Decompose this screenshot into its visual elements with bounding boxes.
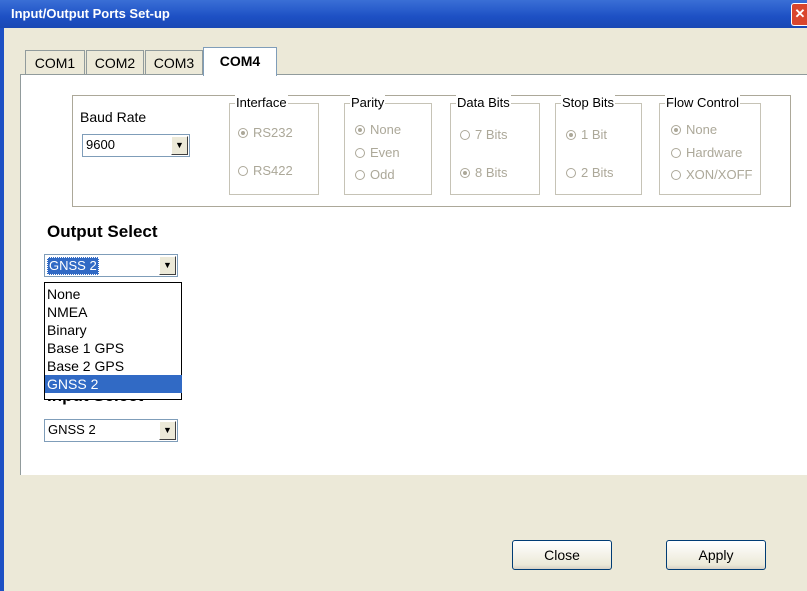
data-bits-7-radio[interactable]: 7 Bits bbox=[460, 127, 508, 142]
output-select-combobox[interactable]: GNSS 2 ▼ bbox=[44, 254, 178, 277]
chevron-down-icon[interactable]: ▼ bbox=[159, 421, 176, 440]
flow-none-radio[interactable]: None bbox=[671, 122, 717, 137]
input-select-value: GNSS 2 bbox=[48, 422, 96, 437]
stop-bits-group: Stop Bits bbox=[555, 95, 642, 195]
radio-icon bbox=[355, 170, 365, 180]
tab-com4[interactable]: COM4 bbox=[203, 47, 277, 76]
radio-icon bbox=[355, 125, 365, 135]
interface-label: Interface bbox=[235, 95, 288, 110]
tab-com2[interactable]: COM2 bbox=[86, 50, 144, 75]
dropdown-option-gnss2[interactable]: GNSS 2 bbox=[45, 375, 182, 393]
title-bar[interactable]: Input/Output Ports Set-up ✕ bbox=[0, 0, 807, 28]
tab-com3[interactable]: COM3 bbox=[145, 50, 203, 75]
baud-rate-label: Baud Rate bbox=[80, 109, 147, 125]
flow-hardware-label: Hardware bbox=[686, 145, 743, 160]
data-bits-8-label: 8 Bits bbox=[475, 165, 508, 180]
radio-icon bbox=[355, 148, 365, 158]
apply-button[interactable]: Apply bbox=[666, 540, 766, 570]
radio-icon bbox=[238, 166, 248, 176]
close-window-icon[interactable]: ✕ bbox=[791, 3, 807, 26]
dropdown-option-base1-gps[interactable]: Base 1 GPS bbox=[45, 339, 182, 357]
radio-icon bbox=[460, 130, 470, 140]
interface-rs232-label: RS232 bbox=[253, 125, 293, 140]
interface-group: Interface bbox=[229, 95, 319, 195]
baud-rate-select[interactable]: 9600 ▼ bbox=[82, 134, 190, 157]
flow-control-label: Flow Control bbox=[665, 95, 740, 110]
stop-bits-1-label: 1 Bit bbox=[581, 127, 608, 142]
output-select-dropdown-list[interactable]: None NMEA Binary Base 1 GPS Base 2 GPS G… bbox=[44, 282, 182, 400]
input-select-combobox[interactable]: GNSS 2 ▼ bbox=[44, 419, 178, 442]
parity-none-radio[interactable]: None bbox=[355, 122, 401, 137]
output-select-heading: Output Select bbox=[47, 222, 158, 241]
dialog-window: Input/Output Ports Set-up ✕ COM1 COM2 CO… bbox=[0, 0, 807, 591]
radio-icon bbox=[671, 125, 681, 135]
parity-none-label: None bbox=[370, 122, 402, 137]
flow-xonxoff-radio[interactable]: XON/XOFF bbox=[671, 167, 752, 182]
stop-bits-label: Stop Bits bbox=[561, 95, 616, 110]
interface-rs422-radio[interactable]: RS422 bbox=[238, 163, 293, 178]
parity-odd-radio[interactable]: Odd bbox=[355, 167, 395, 182]
window-title: Input/Output Ports Set-up bbox=[11, 6, 170, 21]
radio-icon bbox=[238, 128, 248, 138]
chevron-down-icon[interactable]: ▼ bbox=[171, 136, 188, 155]
interface-rs422-label: RS422 bbox=[253, 163, 293, 178]
parity-even-label: Even bbox=[370, 145, 400, 160]
data-bits-label: Data Bits bbox=[456, 95, 511, 110]
tab-com1[interactable]: COM1 bbox=[25, 50, 85, 75]
flow-xonxoff-label: XON/XOFF bbox=[686, 167, 753, 182]
stop-bits-1-radio[interactable]: 1 Bit bbox=[566, 127, 607, 142]
dropdown-option-none[interactable]: None bbox=[45, 285, 182, 303]
radio-icon bbox=[671, 148, 681, 158]
output-select-value: GNSS 2 bbox=[47, 257, 99, 275]
close-button[interactable]: Close bbox=[512, 540, 612, 570]
radio-icon bbox=[566, 168, 576, 178]
dropdown-option-base2-gps[interactable]: Base 2 GPS bbox=[45, 357, 182, 375]
parity-even-radio[interactable]: Even bbox=[355, 145, 400, 160]
radio-icon bbox=[566, 130, 576, 140]
radio-icon bbox=[460, 168, 470, 178]
stop-bits-2-label: 2 Bits bbox=[581, 165, 614, 180]
flow-none-label: None bbox=[686, 122, 718, 137]
data-bits-group: Data Bits bbox=[450, 95, 540, 195]
data-bits-7-label: 7 Bits bbox=[475, 127, 508, 142]
radio-icon bbox=[671, 170, 681, 180]
dropdown-option-binary[interactable]: Binary bbox=[45, 321, 182, 339]
data-bits-8-radio[interactable]: 8 Bits bbox=[460, 165, 508, 180]
interface-rs232-radio[interactable]: RS232 bbox=[238, 125, 293, 140]
stop-bits-2-radio[interactable]: 2 Bits bbox=[566, 165, 614, 180]
chevron-down-icon[interactable]: ▼ bbox=[159, 256, 176, 275]
parity-odd-label: Odd bbox=[370, 167, 395, 182]
dropdown-option-nmea[interactable]: NMEA bbox=[45, 303, 182, 321]
baud-rate-value: 9600 bbox=[86, 137, 115, 152]
parity-label: Parity bbox=[350, 95, 386, 110]
flow-hardware-radio[interactable]: Hardware bbox=[671, 145, 742, 160]
